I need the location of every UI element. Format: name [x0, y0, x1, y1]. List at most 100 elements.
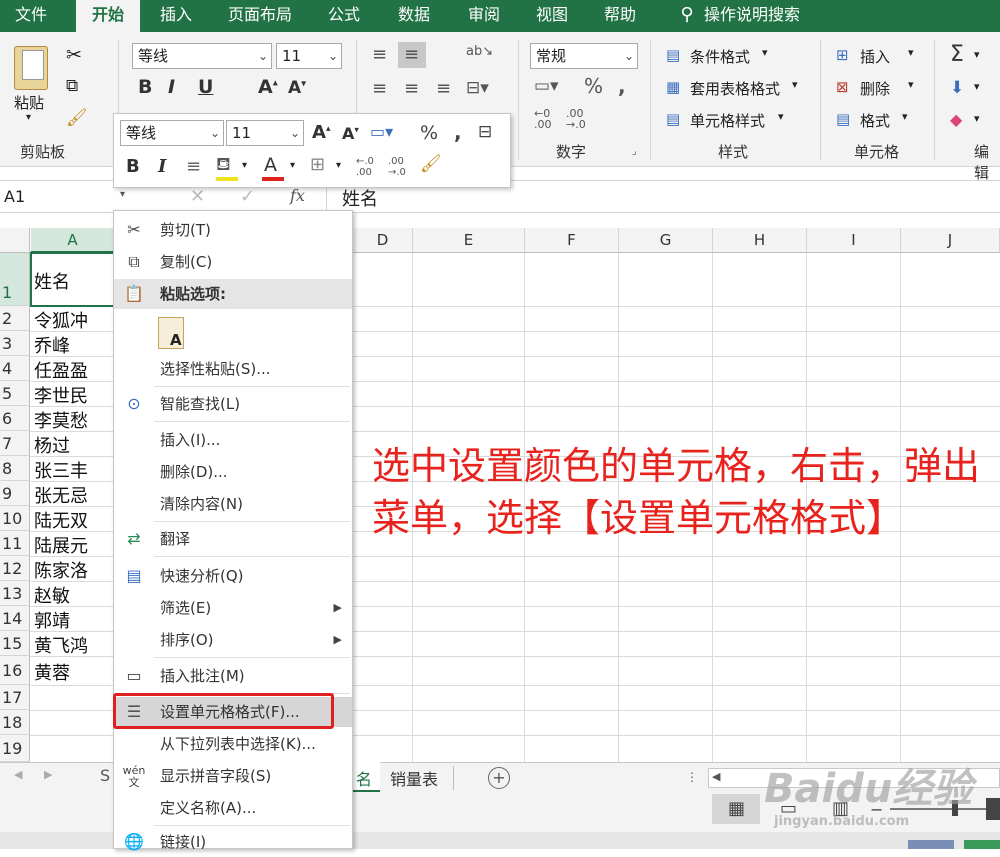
column-header-d[interactable]: D [353, 228, 413, 253]
tab-view[interactable]: 视图 [526, 0, 578, 32]
decrease-decimal-icon[interactable]: .00 →.0 [566, 108, 586, 130]
cell-styles-button[interactable]: 单元格样式 [690, 110, 765, 131]
name-box[interactable]: A1 [4, 187, 25, 206]
row-header[interactable]: 11 [0, 531, 30, 556]
row-header[interactable]: 5 [0, 381, 30, 406]
mini-decrease-font-icon[interactable]: A▾ [342, 124, 359, 143]
chevron-down-icon[interactable]: ▾ [242, 160, 247, 171]
row-header[interactable]: 9 [0, 481, 30, 506]
tab-page-layout[interactable]: 页面布局 [222, 0, 298, 32]
menu-item-cut[interactable]: ✂ 剪切(T) [114, 215, 352, 245]
conditional-format-button[interactable]: 条件格式 [690, 46, 750, 67]
menu-item-phonetic[interactable]: wén 文显示拼音字段(S) [114, 761, 352, 791]
row-header[interactable]: 1 [0, 253, 30, 306]
mini-decrease-decimal-icon[interactable]: .00 →.0 [388, 156, 406, 178]
row-header[interactable]: 4 [0, 356, 30, 381]
menu-item-link[interactable]: 🌐 链接(I) [114, 827, 352, 857]
column-header-f[interactable]: F [525, 228, 619, 253]
mini-increase-font-icon[interactable]: A▴ [312, 122, 330, 143]
chevron-down-icon[interactable]: ▾ [336, 160, 341, 171]
name-box-dropdown-icon[interactable]: ▾ [120, 189, 125, 200]
menu-item-smart-lookup[interactable]: ⊙ 智能查找(L) [114, 389, 352, 419]
mini-merge-icon[interactable]: ⊟ [478, 122, 492, 142]
wrap-orientation-icon[interactable]: ab↘ [466, 44, 493, 59]
lightbulb-icon[interactable]: ⚲ [672, 0, 702, 32]
mini-format-painter-icon[interactable]: 🖌 [420, 154, 442, 174]
tab-review[interactable]: 审阅 [458, 0, 510, 32]
number-format-combo[interactable]: 常规 ⌄ [530, 43, 638, 69]
zoom-in-icon[interactable] [986, 798, 1000, 820]
chevron-down-icon[interactable]: ▾ [290, 160, 295, 171]
format-cells-ribbon-button[interactable]: 格式 [860, 110, 890, 131]
tab-home[interactable]: 开始 [76, 0, 140, 32]
add-sheet-icon[interactable]: + [488, 767, 510, 789]
cell-a6[interactable]: 李莫愁 [31, 407, 115, 433]
paste-button[interactable]: 粘贴 [14, 92, 44, 113]
menu-item-delete[interactable]: 删除(D)... [114, 457, 352, 487]
row-header[interactable]: 8 [0, 456, 30, 481]
decrease-font-icon[interactable]: A▾ [288, 78, 306, 98]
menu-item-insert-comment[interactable]: ▭ 插入批注(M) [114, 661, 352, 691]
cell-a3[interactable]: 乔峰 [31, 332, 115, 358]
column-header-e[interactable]: E [413, 228, 525, 253]
paste-dropdown-icon[interactable]: ▾ [26, 112, 31, 123]
cell-a11[interactable]: 陆展元 [31, 532, 115, 558]
clear-icon[interactable]: ◆ [950, 110, 962, 129]
menu-item-filter[interactable]: 筛选(E) ▶ [114, 593, 352, 623]
row-header[interactable]: 15 [0, 631, 30, 656]
cell-a5[interactable]: 李世民 [31, 382, 115, 408]
copy-icon[interactable]: ⧉ [66, 76, 78, 96]
align-left-icon[interactable]: ≡ [372, 78, 387, 99]
column-header-j[interactable]: J [901, 228, 1000, 253]
mini-bold-icon[interactable]: B [126, 156, 140, 177]
increase-font-icon[interactable]: A▴ [258, 76, 278, 98]
underline-icon[interactable]: U [198, 76, 213, 98]
cancel-icon[interactable]: ✕ [190, 186, 205, 207]
mini-fill-color-icon[interactable]: ⛾ [216, 154, 231, 178]
cell-a10[interactable]: 陆无双 [31, 507, 115, 533]
tab-help[interactable]: 帮助 [594, 0, 646, 32]
cell-a13[interactable]: 赵敏 [31, 582, 115, 608]
scroll-left-icon[interactable]: ◀ [712, 770, 720, 783]
mini-comma-icon[interactable]: , [454, 120, 462, 144]
menu-item-translate[interactable]: ⇄ 翻译 [114, 524, 352, 554]
cell-a8[interactable]: 张三丰 [31, 457, 115, 483]
menu-item-pick-from-list[interactable]: 从下拉列表中选择(K)... [114, 729, 352, 759]
sheet-tab-s[interactable]: S [100, 766, 110, 785]
align-center-icon[interactable]: ≡ [404, 78, 419, 99]
insert-function-icon[interactable]: fx [290, 186, 305, 205]
mini-font-size-combo[interactable]: 11 ⌄ [226, 120, 304, 146]
cell-a16[interactable]: 黄蓉 [31, 659, 115, 685]
cut-icon[interactable]: ✂ [66, 44, 82, 66]
row-header[interactable]: 13 [0, 581, 30, 606]
mini-increase-decimal-icon[interactable]: ←.0.00 [356, 156, 374, 178]
tab-file[interactable]: 文件 [4, 0, 58, 32]
mini-currency-icon[interactable]: ▭▾ [370, 122, 393, 141]
taskbar-button[interactable] [964, 840, 1000, 849]
font-size-combo[interactable]: 11 ⌄ [276, 43, 342, 69]
column-header-h[interactable]: H [713, 228, 807, 253]
column-header-g[interactable]: G [619, 228, 713, 253]
row-header[interactable]: 3 [0, 331, 30, 356]
comma-style-icon[interactable]: , [618, 74, 626, 98]
autosum-icon[interactable]: Σ [950, 42, 964, 67]
cell-a9[interactable]: 张无忌 [31, 482, 115, 508]
tab-formulas[interactable]: 公式 [318, 0, 370, 32]
format-as-table-button[interactable]: 套用表格格式 [690, 78, 780, 99]
bold-icon[interactable]: B [138, 76, 152, 98]
row-header[interactable]: 17 [0, 685, 30, 710]
mini-align-center-icon[interactable]: ≡ [186, 156, 201, 177]
menu-item-copy[interactable]: ⧉ 复制(C) [114, 247, 352, 277]
tell-me-search[interactable]: 操作说明搜索 [704, 0, 814, 32]
row-header[interactable]: 18 [0, 710, 30, 735]
row-header[interactable]: 12 [0, 556, 30, 581]
row-header[interactable]: 19 [0, 735, 30, 762]
tab-insert[interactable]: 插入 [150, 0, 202, 32]
cell-a4[interactable]: 任盈盈 [31, 357, 115, 383]
cell-a2[interactable]: 令狐冲 [31, 307, 115, 333]
sheet-scroll-right-icon[interactable]: ▶ [44, 768, 52, 781]
cell-a14[interactable]: 郭靖 [31, 607, 115, 633]
currency-icon[interactable]: ▭▾ [534, 76, 559, 96]
cell-a15[interactable]: 黄飞鸿 [31, 632, 115, 658]
dialog-launcher-icon[interactable]: ⌟ [632, 146, 637, 157]
